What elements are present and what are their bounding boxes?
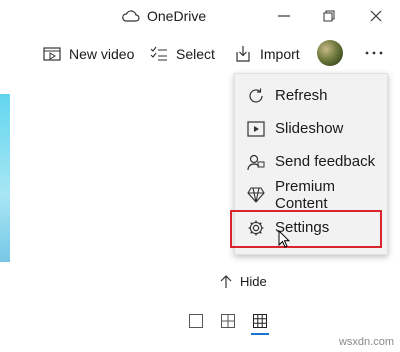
single-view-icon	[189, 314, 203, 328]
menu-item-slideshow[interactable]: Slideshow	[235, 112, 387, 145]
minimize-icon	[278, 15, 290, 17]
cloud-icon	[122, 10, 140, 22]
import-label: Import	[260, 46, 300, 62]
small-grid-icon	[221, 314, 235, 328]
minimize-button[interactable]	[266, 5, 302, 27]
more-options-button[interactable]	[364, 45, 384, 61]
hide-label: Hide	[240, 274, 267, 289]
import-button[interactable]: Import	[234, 40, 300, 68]
ellipsis-icon	[364, 45, 384, 61]
video-icon	[43, 46, 61, 62]
refresh-icon	[247, 87, 265, 105]
small-grid-button[interactable]	[219, 312, 237, 330]
active-view-indicator	[251, 333, 269, 335]
restore-button[interactable]	[311, 5, 347, 27]
single-view-button[interactable]	[187, 312, 205, 330]
close-icon	[370, 10, 382, 22]
menu-item-send-feedback[interactable]: Send feedback	[235, 145, 387, 178]
select-button[interactable]: Select	[150, 40, 215, 68]
menu-item-label: Slideshow	[275, 120, 344, 137]
arrow-up-icon	[220, 274, 232, 289]
feedback-icon	[247, 153, 265, 171]
restore-icon	[323, 10, 335, 22]
menu-item-label: Refresh	[275, 87, 328, 104]
menu-item-label: Premium Content	[275, 177, 336, 212]
hide-button[interactable]: Hide	[220, 274, 267, 289]
diamond-icon	[247, 186, 265, 204]
watermark: wsxdn.com	[338, 336, 394, 348]
large-grid-button[interactable]	[251, 312, 269, 330]
settings-highlight-box	[230, 210, 382, 248]
new-video-label: New video	[69, 46, 135, 62]
avatar[interactable]	[317, 40, 343, 66]
slideshow-icon	[247, 120, 265, 138]
menu-item-premium-content[interactable]: Premium Content	[235, 177, 387, 212]
menu-item-label: Send feedback	[275, 153, 376, 170]
close-button[interactable]	[358, 5, 394, 27]
app-title: OneDrive	[147, 8, 207, 24]
menu-item-refresh[interactable]: Refresh	[235, 79, 387, 112]
import-icon	[234, 45, 252, 63]
photo-thumbnail[interactable]	[0, 94, 10, 262]
new-video-button[interactable]: New video	[43, 40, 134, 68]
large-grid-icon	[253, 314, 267, 328]
select-label: Select	[176, 46, 215, 62]
checklist-icon	[150, 46, 168, 62]
window-title: OneDrive	[122, 5, 206, 27]
mouse-cursor-icon	[278, 230, 290, 248]
